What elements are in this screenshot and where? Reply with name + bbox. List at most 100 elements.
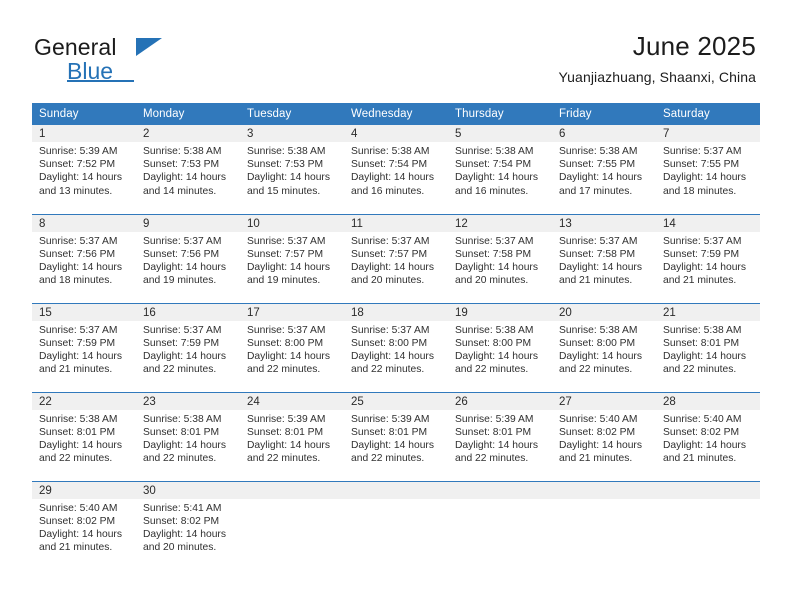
day-daylight-line2-text: and 21 minutes. — [663, 275, 737, 287]
calendar-day-cell[interactable]: 13 Sunrise: 5:37 AM Sunset: 7:58 PM Dayligh… — [552, 214, 656, 303]
calendar-day-cell[interactable]: 14 Sunrise: 5:37 AM Sunset: 7:59 PM Dayligh… — [656, 214, 760, 303]
day-sunset-text: Sunset: 8:02 PM — [143, 515, 220, 527]
calendar-day-cell[interactable]: 3 Sunrise: 5:38 AM Sunset: 7:53 PM Daylight… — [240, 125, 344, 214]
day-sun-info: Sunrise: 5:38 AM Sunset: 8:01 PM Daylight:… — [136, 410, 240, 466]
day-number: 28 — [656, 392, 760, 410]
calendar-day-cell[interactable]: 23 Sunrise: 5:38 AM Sunset: 8:01 PM Dayligh… — [136, 392, 240, 481]
calendar-day-cell[interactable]: 28 Sunrise: 5:40 AM Sunset: 8:02 PM Dayligh… — [656, 392, 760, 481]
weekday-header-wednesday: Wednesday — [344, 103, 448, 125]
day-sunset-text: Sunset: 7:58 PM — [455, 248, 532, 260]
day-daylight-line2-text: and 22 minutes. — [143, 364, 217, 376]
day-sunset-text: Sunset: 7:57 PM — [351, 248, 428, 260]
day-daylight-line2-text: and 22 minutes. — [247, 364, 321, 376]
day-sun-info: Sunrise: 5:39 AM Sunset: 8:01 PM Daylight:… — [240, 410, 344, 466]
day-sun-info: Sunrise: 5:41 AM Sunset: 8:02 PM Daylight:… — [136, 499, 240, 555]
day-sunrise-text: Sunrise: 5:38 AM — [455, 324, 534, 336]
calendar-day-cell[interactable]: 27 Sunrise: 5:40 AM Sunset: 8:02 PM Dayligh… — [552, 392, 656, 481]
day-number: 26 — [448, 392, 552, 410]
day-sun-info: Sunrise: 5:37 AM Sunset: 7:58 PM Daylight:… — [552, 232, 656, 288]
calendar-day-cell[interactable]: 12 Sunrise: 5:37 AM Sunset: 7:58 PM Dayligh… — [448, 214, 552, 303]
calendar-day-cell[interactable]: 5 Sunrise: 5:38 AM Sunset: 7:54 PM Daylight… — [448, 125, 552, 214]
calendar-day-cell[interactable]: 8 Sunrise: 5:37 AM Sunset: 7:56 PM Daylight… — [32, 214, 136, 303]
calendar-day-cell[interactable]: 22 Sunrise: 5:38 AM Sunset: 8:01 PM Dayligh… — [32, 392, 136, 481]
day-daylight-line1-text: Daylight: 14 hours — [143, 261, 226, 273]
day-daylight-line1-text: Daylight: 14 hours — [247, 350, 330, 362]
day-daylight-line1-text: Daylight: 14 hours — [351, 439, 434, 451]
calendar-day-cell[interactable]: 2 Sunrise: 5:38 AM Sunset: 7:53 PM Daylight… — [136, 125, 240, 214]
calendar-day-cell[interactable]: 1 Sunrise: 5:39 AM Sunset: 7:52 PM Daylight… — [32, 125, 136, 214]
day-sun-info: Sunrise: 5:38 AM Sunset: 7:55 PM Daylight:… — [552, 142, 656, 198]
day-sun-info: Sunrise: 5:38 AM Sunset: 8:01 PM Daylight:… — [32, 410, 136, 466]
day-sunrise-text: Sunrise: 5:39 AM — [247, 413, 326, 425]
calendar-week-row: 15 Sunrise: 5:37 AM Sunset: 7:59 PM Dayligh… — [32, 303, 760, 392]
day-daylight-line2-text: and 17 minutes. — [559, 185, 633, 197]
day-number — [344, 481, 448, 499]
calendar-day-cell[interactable]: 6 Sunrise: 5:38 AM Sunset: 7:55 PM Daylight… — [552, 125, 656, 214]
calendar-day-cell[interactable]: 25 Sunrise: 5:39 AM Sunset: 8:01 PM Dayligh… — [344, 392, 448, 481]
day-daylight-line2-text: and 22 minutes. — [663, 364, 737, 376]
location-subtitle: Yuanjiazhuang, Shaanxi, China — [558, 69, 756, 85]
day-daylight-line2-text: and 20 minutes. — [351, 275, 425, 287]
weekday-header-thursday: Thursday — [448, 103, 552, 125]
calendar-day-cell[interactable]: 4 Sunrise: 5:38 AM Sunset: 7:54 PM Daylight… — [344, 125, 448, 214]
calendar-day-cell[interactable]: 15 Sunrise: 5:37 AM Sunset: 7:59 PM Dayligh… — [32, 303, 136, 392]
day-sunset-text: Sunset: 8:01 PM — [351, 426, 428, 438]
day-number: 9 — [136, 214, 240, 232]
calendar-day-cell[interactable]: 16 Sunrise: 5:37 AM Sunset: 7:59 PM Dayligh… — [136, 303, 240, 392]
day-daylight-line1-text: Daylight: 14 hours — [247, 172, 330, 184]
calendar-day-cell[interactable]: 26 Sunrise: 5:39 AM Sunset: 8:01 PM Dayligh… — [448, 392, 552, 481]
day-daylight-line2-text: and 13 minutes. — [39, 185, 113, 197]
day-sunset-text: Sunset: 8:00 PM — [351, 337, 428, 349]
day-sun-info: Sunrise: 5:37 AM Sunset: 7:56 PM Daylight:… — [32, 232, 136, 288]
day-sunrise-text: Sunrise: 5:37 AM — [559, 235, 638, 247]
day-daylight-line1-text: Daylight: 14 hours — [351, 261, 434, 273]
calendar-day-cell[interactable]: 24 Sunrise: 5:39 AM Sunset: 8:01 PM Dayligh… — [240, 392, 344, 481]
general-blue-logo[interactable]: General Blue — [34, 36, 234, 83]
day-sun-info: Sunrise: 5:38 AM Sunset: 7:54 PM Daylight:… — [344, 142, 448, 198]
logo-triangle-icon — [136, 38, 162, 56]
day-sunrise-text: Sunrise: 5:37 AM — [247, 235, 326, 247]
day-daylight-line2-text: and 22 minutes. — [247, 453, 321, 465]
day-sun-info: Sunrise: 5:37 AM Sunset: 7:56 PM Daylight:… — [136, 232, 240, 288]
calendar-day-cell[interactable]: 29 Sunrise: 5:40 AM Sunset: 8:02 PM Dayligh… — [32, 481, 136, 570]
day-sunset-text: Sunset: 8:02 PM — [663, 426, 740, 438]
day-daylight-line2-text: and 19 minutes. — [143, 275, 217, 287]
day-sunset-text: Sunset: 7:52 PM — [39, 159, 116, 171]
calendar-day-cell[interactable]: 21 Sunrise: 5:38 AM Sunset: 8:01 PM Dayligh… — [656, 303, 760, 392]
calendar-day-cell[interactable]: 18 Sunrise: 5:37 AM Sunset: 8:00 PM Dayligh… — [344, 303, 448, 392]
calendar-day-cell[interactable]: 10 Sunrise: 5:37 AM Sunset: 7:57 PM Dayligh… — [240, 214, 344, 303]
day-daylight-line1-text: Daylight: 14 hours — [143, 528, 226, 540]
day-number: 23 — [136, 392, 240, 410]
day-daylight-line2-text: and 21 minutes. — [559, 453, 633, 465]
day-sunrise-text: Sunrise: 5:38 AM — [559, 324, 638, 336]
weekday-header-row: Sunday Monday Tuesday Wednesday Thursday… — [32, 103, 760, 125]
calendar-day-cell[interactable]: 20 Sunrise: 5:38 AM Sunset: 8:00 PM Dayligh… — [552, 303, 656, 392]
day-number: 17 — [240, 303, 344, 321]
day-number: 8 — [32, 214, 136, 232]
calendar-day-cell[interactable]: 7 Sunrise: 5:37 AM Sunset: 7:55 PM Daylight… — [656, 125, 760, 214]
day-number — [448, 481, 552, 499]
sunrise-sunset-calendar: Sunday Monday Tuesday Wednesday Thursday… — [32, 103, 760, 570]
day-number — [656, 481, 760, 499]
calendar-week-row: 1 Sunrise: 5:39 AM Sunset: 7:52 PM Daylight… — [32, 125, 760, 214]
day-sunrise-text: Sunrise: 5:40 AM — [39, 502, 118, 514]
day-sun-info: Sunrise: 5:38 AM Sunset: 8:00 PM Daylight:… — [448, 321, 552, 377]
day-number — [552, 481, 656, 499]
day-daylight-line1-text: Daylight: 14 hours — [351, 172, 434, 184]
day-sunset-text: Sunset: 8:02 PM — [39, 515, 116, 527]
day-sunrise-text: Sunrise: 5:38 AM — [351, 146, 430, 157]
day-daylight-line2-text: and 18 minutes. — [663, 185, 737, 197]
weekday-header-friday: Friday — [552, 103, 656, 125]
calendar-day-cell[interactable]: 30 Sunrise: 5:41 AM Sunset: 8:02 PM Dayligh… — [136, 481, 240, 570]
day-sunrise-text: Sunrise: 5:38 AM — [247, 146, 326, 157]
day-daylight-line1-text: Daylight: 14 hours — [143, 172, 226, 184]
day-daylight-line2-text: and 22 minutes. — [559, 364, 633, 376]
calendar-day-cell[interactable]: 19 Sunrise: 5:38 AM Sunset: 8:00 PM Dayligh… — [448, 303, 552, 392]
calendar-day-cell[interactable]: 9 Sunrise: 5:37 AM Sunset: 7:56 PM Daylight… — [136, 214, 240, 303]
calendar-day-cell[interactable]: 11 Sunrise: 5:37 AM Sunset: 7:57 PM Dayligh… — [344, 214, 448, 303]
day-sunrise-text: Sunrise: 5:37 AM — [663, 146, 742, 157]
day-daylight-line1-text: Daylight: 14 hours — [663, 261, 746, 273]
day-daylight-line1-text: Daylight: 14 hours — [455, 439, 538, 451]
title-block: June 2025 Yuanjiazhuang, Shaanxi, China — [559, 31, 757, 86]
calendar-day-cell[interactable]: 17 Sunrise: 5:37 AM Sunset: 8:00 PM Dayligh… — [240, 303, 344, 392]
